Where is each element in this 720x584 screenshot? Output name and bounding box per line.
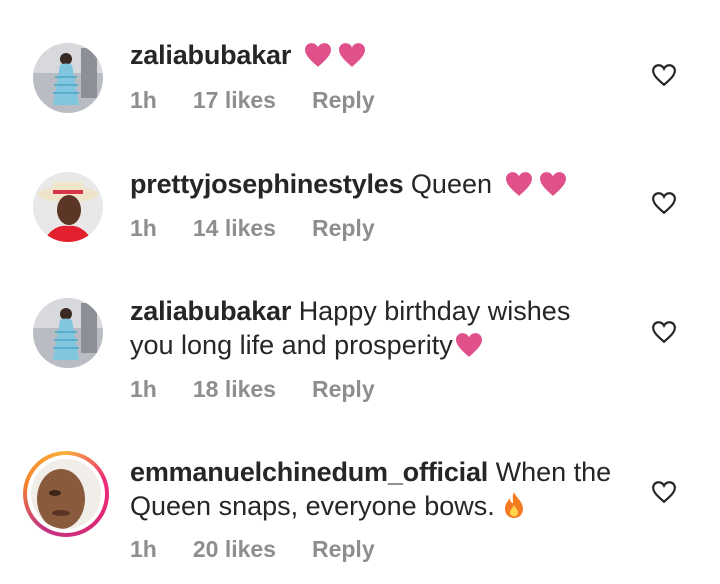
pink-heart-emoji-icon — [539, 172, 566, 196]
comment-text: zaliabubakar — [130, 38, 630, 72]
reply-button[interactable]: Reply — [312, 215, 375, 241]
reply-button[interactable]: Reply — [312, 87, 375, 113]
avatar[interactable] — [33, 43, 103, 113]
heart-outline-icon[interactable] — [651, 63, 677, 87]
comment-time: 1h — [130, 376, 157, 402]
fire-emoji-icon — [504, 492, 523, 518]
comment-username[interactable]: emmanuelchinedum_official — [130, 457, 488, 487]
comment-time: 1h — [130, 87, 157, 113]
pink-heart-emoji-icon — [304, 43, 331, 67]
comment-likes[interactable]: 18 likes — [193, 376, 276, 402]
comment-username[interactable]: zaliabubakar — [130, 296, 291, 326]
avatar[interactable] — [33, 298, 103, 368]
heart-outline-icon[interactable] — [651, 320, 677, 344]
comment-meta: 1h 18 likes Reply — [130, 376, 411, 403]
comment-meta: 1h 20 likes Reply — [130, 536, 411, 563]
comment-time: 1h — [130, 215, 157, 241]
comment-text: emmanuelchinedum_official When the Queen… — [130, 455, 620, 523]
pink-heart-emoji-icon — [338, 43, 365, 67]
comment-likes[interactable]: 20 likes — [193, 536, 276, 562]
reply-button[interactable]: Reply — [312, 376, 375, 402]
comment-body: Queen — [410, 169, 492, 199]
comments-list: zaliabubakar 1h 17 likes Reply prettyjosep… — [0, 0, 720, 584]
comment-username[interactable]: zaliabubakar — [130, 40, 291, 70]
comment-time: 1h — [130, 536, 157, 562]
comment-meta: 1h 17 likes Reply — [130, 87, 411, 114]
reply-button[interactable]: Reply — [312, 536, 375, 562]
heart-outline-icon[interactable] — [651, 191, 677, 215]
comment-likes[interactable]: 17 likes — [193, 87, 276, 113]
comment-text: zaliabubakar Happy birthday wishes you l… — [130, 294, 600, 362]
heart-outline-icon[interactable] — [651, 480, 677, 504]
comment-username[interactable]: prettyjosephinestyles — [130, 169, 404, 199]
comment-text: prettyjosephinestyles Queen — [130, 167, 630, 201]
avatar[interactable] — [33, 172, 103, 242]
story-ring[interactable] — [23, 451, 109, 537]
pink-heart-emoji-icon — [455, 333, 482, 357]
comment-likes[interactable]: 14 likes — [193, 215, 276, 241]
pink-heart-emoji-icon — [505, 172, 532, 196]
comment-meta: 1h 14 likes Reply — [130, 215, 411, 242]
avatar[interactable] — [31, 459, 101, 529]
